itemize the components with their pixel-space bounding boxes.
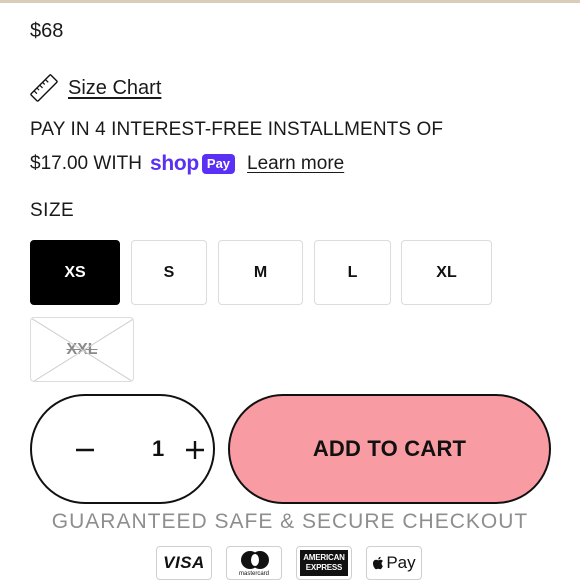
- installments-line2: $17.00 WITH shop Pay Learn more: [30, 152, 344, 176]
- shop-pay-logo: shop: [149, 152, 199, 175]
- size-chart-link[interactable]: Size Chart: [28, 72, 161, 104]
- size-option-m[interactable]: M: [218, 240, 303, 305]
- amex-icon: AMERICAN EXPRESS: [296, 546, 352, 580]
- size-label: SIZE: [30, 200, 75, 221]
- apple-pay-icon: Pay: [366, 546, 422, 580]
- apple-icon: [373, 556, 384, 570]
- size-chart-label[interactable]: Size Chart: [68, 77, 161, 100]
- quantity-value[interactable]: 1: [152, 436, 164, 462]
- shop-pay-badge: Pay: [201, 154, 236, 174]
- mastercard-label: mastercard: [238, 571, 269, 577]
- mastercard-circles: [239, 551, 269, 569]
- add-to-cart-button[interactable]: ADD TO CART: [228, 394, 551, 504]
- size-option-label: XL: [436, 263, 457, 281]
- ruler-icon: [30, 74, 58, 102]
- top-divider: [0, 0, 580, 3]
- size-option-xl[interactable]: XL: [401, 240, 492, 305]
- amex-label-top: AMERICAN: [303, 553, 345, 562]
- size-option-label: L: [347, 263, 358, 281]
- size-option-label: XS: [64, 263, 86, 281]
- size-option-s[interactable]: S: [131, 240, 207, 305]
- amex-logo: AMERICAN EXPRESS: [300, 550, 348, 576]
- visa-label: VISA: [163, 553, 205, 572]
- amex-label-bottom: EXPRESS: [305, 563, 343, 572]
- mastercard-icon: mastercard: [226, 546, 282, 580]
- learn-more-link[interactable]: Learn more: [247, 153, 344, 175]
- minus-icon[interactable]: [72, 436, 100, 464]
- installment-amount: $17.00 WITH: [30, 153, 142, 174]
- secure-checkout-text: GUARANTEED SAFE & SECURE CHECKOUT: [51, 510, 529, 533]
- size-option-l[interactable]: L: [314, 240, 391, 305]
- size-option-xs[interactable]: XS: [30, 240, 120, 305]
- quantity-stepper: 1: [30, 394, 215, 504]
- installments-text: PAY IN 4 INTEREST-FREE INSTALLMENTS OF: [30, 119, 444, 140]
- sold-out-cross-icon: [31, 318, 133, 381]
- apple-pay-logo: Pay: [372, 553, 416, 573]
- product-price: $68: [30, 20, 64, 42]
- size-option-label: M: [253, 263, 268, 281]
- size-option-xxl-sold-out: XXL: [30, 317, 134, 382]
- payment-methods: VISA mastercard AMERICAN EXPRESS Pay: [156, 546, 422, 580]
- plus-icon[interactable]: [182, 436, 210, 464]
- size-option-label: S: [163, 263, 175, 281]
- apple-pay-label: Pay: [386, 553, 416, 572]
- visa-icon: VISA: [156, 546, 212, 580]
